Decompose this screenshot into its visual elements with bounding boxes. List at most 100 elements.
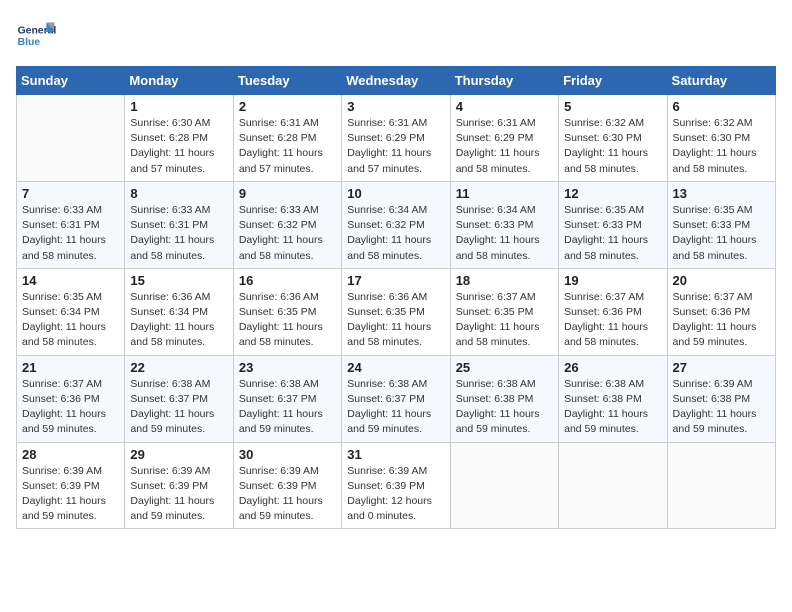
day-number: 17 (347, 273, 444, 288)
day-number: 9 (239, 186, 336, 201)
day-info: Sunrise: 6:33 AMSunset: 6:31 PMDaylight:… (22, 203, 119, 264)
day-info: Sunrise: 6:31 AMSunset: 6:28 PMDaylight:… (239, 116, 336, 177)
calendar-cell: 19 Sunrise: 6:37 AMSunset: 6:36 PMDayligh… (559, 268, 667, 355)
day-number: 5 (564, 99, 661, 114)
day-info: Sunrise: 6:36 AMSunset: 6:35 PMDaylight:… (239, 290, 336, 351)
calendar-cell: 26Sunrise: 6:38 AMSunset: 6:38 PMDayligh… (559, 355, 667, 442)
day-number: 3 (347, 99, 444, 114)
day-number: 29 (130, 447, 227, 462)
day-number: 8 (130, 186, 227, 201)
calendar-cell: 4 Sunrise: 6:31 AMSunset: 6:29 PMDaylight… (450, 95, 558, 182)
day-info: Sunrise: 6:33 AMSunset: 6:31 PMDaylight:… (130, 203, 227, 264)
calendar-cell: 15 Sunrise: 6:36 AMSunset: 6:34 PMDayligh… (125, 268, 233, 355)
calendar-cell: 6 Sunrise: 6:32 AMSunset: 6:30 PMDaylight… (667, 95, 775, 182)
day-number: 31 (347, 447, 444, 462)
calendar-cell: 9 Sunrise: 6:33 AMSunset: 6:32 PMDaylight… (233, 181, 341, 268)
calendar-cell: 28 Sunrise: 6:39 AMSunset: 6:39 PMDayligh… (17, 442, 125, 529)
calendar-cell: 7Sunrise: 6:33 AMSunset: 6:31 PMDaylight… (17, 181, 125, 268)
calendar-table: SundayMondayTuesdayWednesdayThursdayFrid… (16, 66, 776, 529)
day-number: 26 (564, 360, 661, 375)
day-info: Sunrise: 6:39 AMSunset: 6:39 PMDaylight:… (239, 464, 336, 525)
day-number: 19 (564, 273, 661, 288)
calendar-cell: 23 Sunrise: 6:38 AMSunset: 6:37 PMDayligh… (233, 355, 341, 442)
day-number: 13 (673, 186, 770, 201)
day-info: Sunrise: 6:32 AMSunset: 6:30 PMDaylight:… (673, 116, 770, 177)
calendar-cell (450, 442, 558, 529)
calendar-cell: 3 Sunrise: 6:31 AMSunset: 6:29 PMDaylight… (342, 95, 450, 182)
calendar-week-row: 7Sunrise: 6:33 AMSunset: 6:31 PMDaylight… (17, 181, 776, 268)
day-info: Sunrise: 6:35 AMSunset: 6:33 PMDaylight:… (564, 203, 661, 264)
day-number: 4 (456, 99, 553, 114)
day-info: Sunrise: 6:36 AMSunset: 6:34 PMDaylight:… (130, 290, 227, 351)
day-number: 11 (456, 186, 553, 201)
calendar-cell: 8 Sunrise: 6:33 AMSunset: 6:31 PMDaylight… (125, 181, 233, 268)
calendar-cell: 31Sunrise: 6:39 AMSunset: 6:39 PMDayligh… (342, 442, 450, 529)
day-info: Sunrise: 6:35 AMSunset: 6:33 PMDaylight:… (673, 203, 770, 264)
day-info: Sunrise: 6:32 AMSunset: 6:30 PMDaylight:… (564, 116, 661, 177)
day-info: Sunrise: 6:37 AMSunset: 6:36 PMDaylight:… (564, 290, 661, 351)
calendar-cell: 2 Sunrise: 6:31 AMSunset: 6:28 PMDaylight… (233, 95, 341, 182)
day-info: Sunrise: 6:30 AMSunset: 6:28 PMDaylight:… (130, 116, 227, 177)
day-info: Sunrise: 6:38 AMSunset: 6:37 PMDaylight:… (239, 377, 336, 438)
calendar-cell: 30Sunrise: 6:39 AMSunset: 6:39 PMDayligh… (233, 442, 341, 529)
calendar-cell: 5 Sunrise: 6:32 AMSunset: 6:30 PMDaylight… (559, 95, 667, 182)
day-number: 14 (22, 273, 119, 288)
calendar-day-header: Thursday (450, 67, 558, 95)
calendar-cell: 14 Sunrise: 6:35 AMSunset: 6:34 PMDayligh… (17, 268, 125, 355)
calendar-cell (559, 442, 667, 529)
calendar-cell: 12 Sunrise: 6:35 AMSunset: 6:33 PMDayligh… (559, 181, 667, 268)
day-number: 2 (239, 99, 336, 114)
day-info: Sunrise: 6:38 AMSunset: 6:37 PMDaylight:… (347, 377, 444, 438)
day-info: Sunrise: 6:35 AMSunset: 6:34 PMDaylight:… (22, 290, 119, 351)
day-info: Sunrise: 6:37 AMSunset: 6:36 PMDaylight:… (673, 290, 770, 351)
logo: General Blue (16, 16, 60, 56)
day-info: Sunrise: 6:37 AMSunset: 6:35 PMDaylight:… (456, 290, 553, 351)
calendar-cell: 13 Sunrise: 6:35 AMSunset: 6:33 PMDayligh… (667, 181, 775, 268)
calendar-cell: 1 Sunrise: 6:30 AMSunset: 6:28 PMDaylight… (125, 95, 233, 182)
day-info: Sunrise: 6:39 AMSunset: 6:38 PMDaylight:… (673, 377, 770, 438)
day-number: 18 (456, 273, 553, 288)
calendar-day-header: Tuesday (233, 67, 341, 95)
calendar-cell: 25 Sunrise: 6:38 AMSunset: 6:38 PMDayligh… (450, 355, 558, 442)
day-info: Sunrise: 6:33 AMSunset: 6:32 PMDaylight:… (239, 203, 336, 264)
day-number: 16 (239, 273, 336, 288)
day-info: Sunrise: 6:38 AMSunset: 6:37 PMDaylight:… (130, 377, 227, 438)
day-number: 15 (130, 273, 227, 288)
day-info: Sunrise: 6:39 AMSunset: 6:39 PMDaylight:… (130, 464, 227, 525)
calendar-body: 1 Sunrise: 6:30 AMSunset: 6:28 PMDaylight… (17, 95, 776, 529)
day-number: 1 (130, 99, 227, 114)
calendar-cell: 22 Sunrise: 6:38 AMSunset: 6:37 PMDayligh… (125, 355, 233, 442)
calendar-cell: 20Sunrise: 6:37 AMSunset: 6:36 PMDayligh… (667, 268, 775, 355)
day-number: 27 (673, 360, 770, 375)
day-number: 24 (347, 360, 444, 375)
calendar-cell (17, 95, 125, 182)
svg-text:Blue: Blue (18, 37, 41, 48)
day-info: Sunrise: 6:34 AMSunset: 6:32 PMDaylight:… (347, 203, 444, 264)
calendar-cell: 21Sunrise: 6:37 AMSunset: 6:36 PMDayligh… (17, 355, 125, 442)
day-number: 22 (130, 360, 227, 375)
day-number: 23 (239, 360, 336, 375)
calendar-cell: 16 Sunrise: 6:36 AMSunset: 6:35 PMDayligh… (233, 268, 341, 355)
day-number: 28 (22, 447, 119, 462)
day-number: 12 (564, 186, 661, 201)
calendar-cell: 17Sunrise: 6:36 AMSunset: 6:35 PMDayligh… (342, 268, 450, 355)
calendar-week-row: 28 Sunrise: 6:39 AMSunset: 6:39 PMDayligh… (17, 442, 776, 529)
day-info: Sunrise: 6:39 AMSunset: 6:39 PMDaylight:… (22, 464, 119, 525)
day-number: 6 (673, 99, 770, 114)
calendar-week-row: 1 Sunrise: 6:30 AMSunset: 6:28 PMDaylight… (17, 95, 776, 182)
calendar-day-header: Wednesday (342, 67, 450, 95)
calendar-cell: 24 Sunrise: 6:38 AMSunset: 6:37 PMDayligh… (342, 355, 450, 442)
calendar-week-row: 21Sunrise: 6:37 AMSunset: 6:36 PMDayligh… (17, 355, 776, 442)
calendar-cell: 27 Sunrise: 6:39 AMSunset: 6:38 PMDayligh… (667, 355, 775, 442)
day-info: Sunrise: 6:37 AMSunset: 6:36 PMDaylight:… (22, 377, 119, 438)
day-info: Sunrise: 6:31 AMSunset: 6:29 PMDaylight:… (456, 116, 553, 177)
calendar-header-row: SundayMondayTuesdayWednesdayThursdayFrid… (17, 67, 776, 95)
calendar-cell: 11Sunrise: 6:34 AMSunset: 6:33 PMDayligh… (450, 181, 558, 268)
day-number: 25 (456, 360, 553, 375)
calendar-cell (667, 442, 775, 529)
day-info: Sunrise: 6:38 AMSunset: 6:38 PMDaylight:… (456, 377, 553, 438)
day-number: 10 (347, 186, 444, 201)
calendar-cell: 29 Sunrise: 6:39 AMSunset: 6:39 PMDayligh… (125, 442, 233, 529)
day-info: Sunrise: 6:31 AMSunset: 6:29 PMDaylight:… (347, 116, 444, 177)
page-header: General Blue (16, 16, 776, 56)
